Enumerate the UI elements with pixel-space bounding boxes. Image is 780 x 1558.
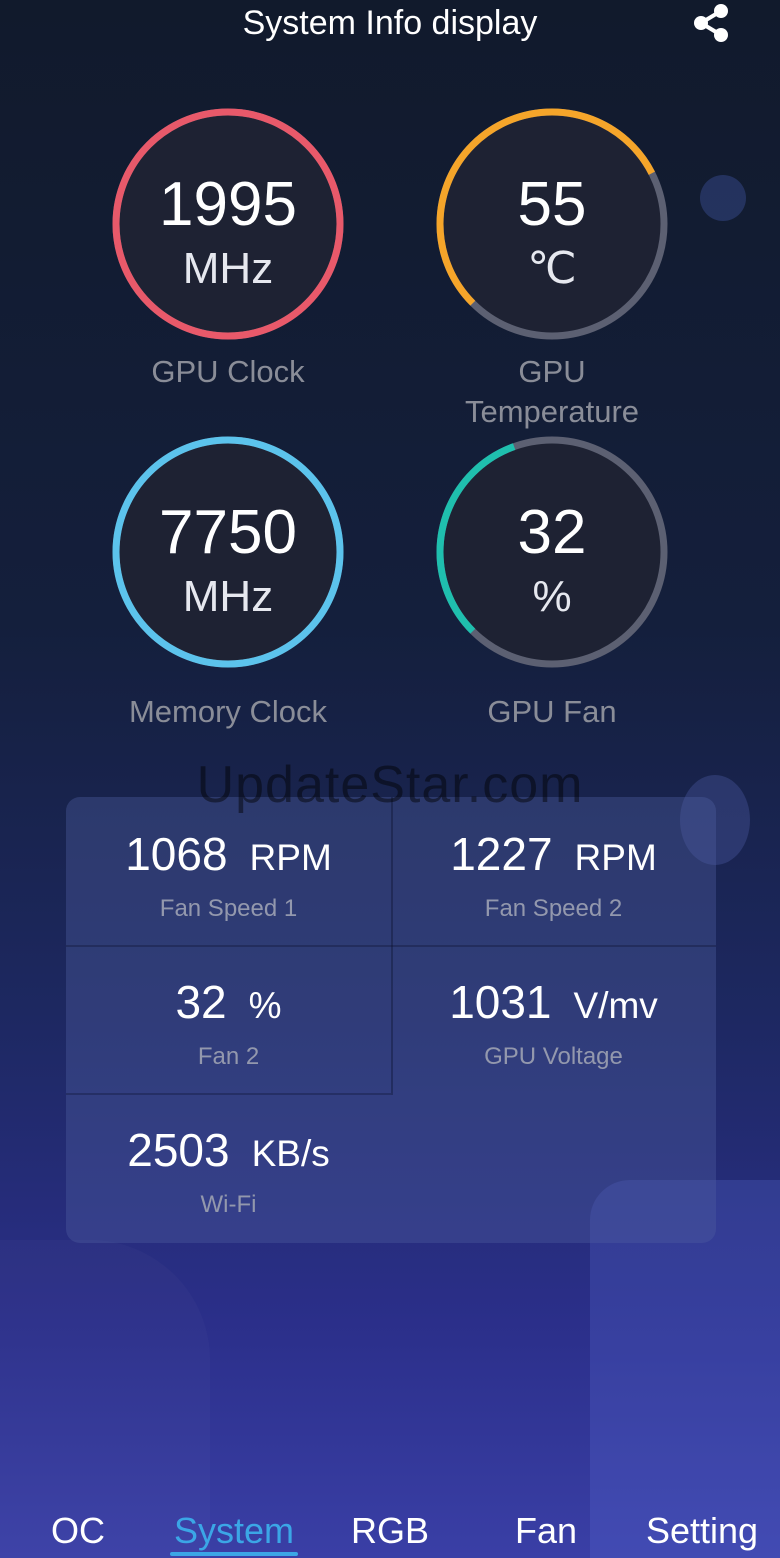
share-icon [694, 4, 728, 42]
stat-label: Fan Speed 1 [159, 895, 298, 922]
stat-value: 2503 [127, 1124, 230, 1176]
memory-clock-value: 7750 [159, 498, 297, 567]
fan-2-stat: 32% Fan 2 [66, 945, 391, 1095]
active-tab-indicator [170, 1552, 298, 1556]
gpu-clock-unit: MHz [182, 244, 274, 293]
wifi-stat: 2503 KB/s Wi-Fi [66, 1093, 391, 1243]
page-title: System Info display [242, 4, 538, 42]
tab-system[interactable]: System [164, 1510, 304, 1552]
stat-value: 32 [175, 976, 227, 1028]
bottom-tab-bar: OC System RGB Fan Setting [0, 1500, 780, 1558]
gpu-temperature-label-line2: Temperature [464, 394, 640, 429]
gpu-temperature-label: GPU Temperature [402, 352, 702, 432]
stats-panel: 1068 RPM Fan Speed 1 1227 RPM Fan Speed 2 … [66, 797, 716, 1243]
tab-oc[interactable]: OC [30, 1510, 126, 1552]
watermark: UpdateStar.com [196, 756, 584, 814]
tab-fan[interactable]: Fan [500, 1510, 592, 1552]
gpu-fan-unit: % [532, 572, 572, 621]
gpu-fan-label: GPU Fan [487, 694, 617, 729]
memory-clock-gauge: 7750 MHz [108, 432, 348, 672]
share-button[interactable] [688, 2, 734, 44]
stat-label: Fan Speed 2 [484, 895, 623, 922]
stat-unit: RPM [574, 837, 657, 878]
memory-clock-label: Memory Clock [128, 694, 328, 729]
fan-speed-2-stat: 1227 RPM Fan Speed 2 [391, 797, 716, 947]
stat-unit: RPM [249, 837, 332, 878]
stat-unit: KB/s [251, 1133, 330, 1174]
gpu-temperature-gauge: 55 ℃ [432, 104, 672, 344]
stat-unit: % [248, 985, 282, 1026]
stat-label: Wi-Fi [200, 1191, 257, 1218]
gpu-temperature-unit: ℃ [527, 244, 577, 293]
background-orb [700, 175, 746, 221]
gpu-temperature-label-line1: GPU [518, 354, 586, 389]
gpu-clock-label: GPU Clock [151, 354, 305, 389]
tab-rgb[interactable]: RGB [340, 1510, 440, 1552]
stat-value: 1227 [450, 828, 553, 880]
stat-value: 1031 [449, 976, 552, 1028]
stat-value: 1068 [125, 828, 228, 880]
gpu-fan-value: 32 [517, 498, 587, 567]
gpu-fan-gauge: 32 % [432, 432, 672, 672]
gpu-clock-gauge: 1995 MHz [108, 104, 348, 344]
stat-label: GPU Voltage [484, 1043, 623, 1070]
gpu-voltage-stat: 1031 V/mv GPU Voltage [391, 945, 716, 1095]
memory-clock-unit: MHz [182, 572, 274, 621]
fan-speed-1-stat: 1068 RPM Fan Speed 1 [66, 797, 391, 947]
tab-setting[interactable]: Setting [634, 1510, 770, 1552]
gpu-temperature-value: 55 [517, 170, 587, 239]
app-header: System Info display [0, 0, 780, 48]
stat-label: Fan 2 [197, 1043, 260, 1070]
stat-unit: V/mv [573, 985, 658, 1026]
gpu-clock-value: 1995 [159, 170, 297, 239]
